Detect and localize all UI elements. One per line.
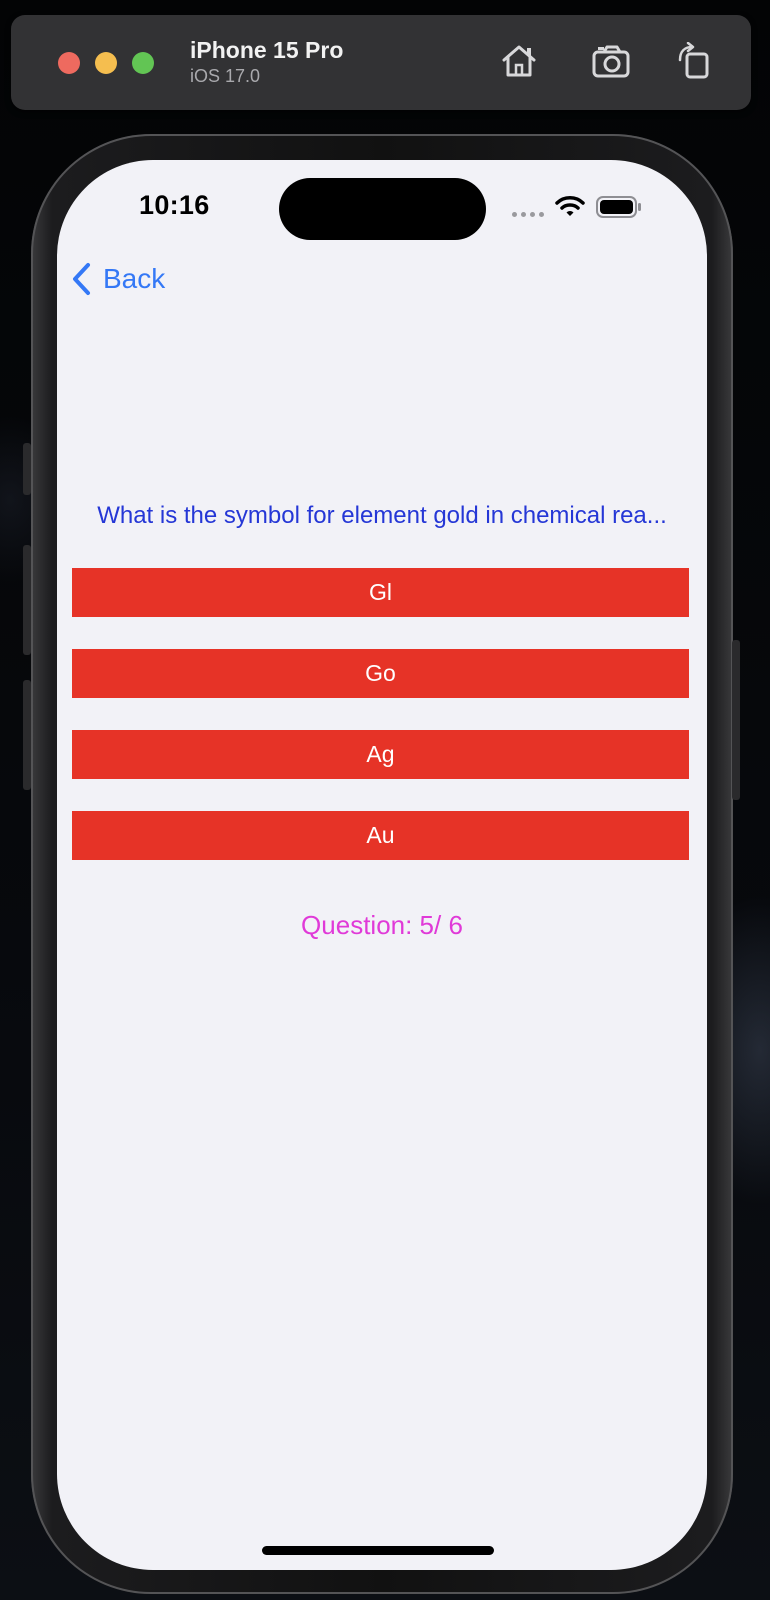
camera-icon [592, 45, 630, 78]
volume-up-button[interactable] [23, 545, 31, 655]
answer-label: Au [366, 822, 395, 848]
chevron-left-icon [73, 263, 90, 295]
wifi-icon [555, 196, 585, 216]
answer-button-1[interactable]: Gl [72, 568, 689, 617]
home-icon [502, 45, 536, 77]
answer-label: Ag [366, 741, 395, 767]
phone-screen: 10:16 Back What is the symbol for elemen… [57, 160, 707, 1570]
answer-button-2[interactable]: Go [72, 649, 689, 698]
cellular-signal-icon [512, 212, 544, 217]
back-label: Back [103, 263, 166, 294]
battery-icon [596, 196, 641, 218]
rotate-icon [678, 42, 709, 79]
volume-down-button[interactable] [23, 680, 31, 790]
back-button[interactable]: Back [71, 262, 165, 296]
answer-button-4[interactable]: Au [72, 811, 689, 860]
home-indicator[interactable] [262, 1546, 494, 1555]
close-window-button[interactable] [58, 52, 80, 74]
action-button[interactable] [23, 443, 31, 495]
device-name: iPhone 15 Pro [190, 37, 344, 63]
screenshot-button[interactable] [591, 41, 631, 81]
zoom-window-button[interactable] [132, 52, 154, 74]
status-time: 10:16 [139, 190, 210, 220]
simulator-title-bar: iPhone 15 Pro iOS 17.0 [11, 15, 751, 110]
dynamic-island [279, 178, 486, 240]
minimize-window-button[interactable] [95, 52, 117, 74]
home-button[interactable] [499, 41, 539, 81]
question-progress: Question: 5/ 6 [301, 910, 463, 940]
answer-label: Go [365, 660, 396, 686]
power-button[interactable] [732, 640, 740, 800]
question-text: What is the symbol for element gold in c… [97, 502, 667, 529]
answer-label: Gl [369, 579, 392, 605]
rotate-button[interactable] [674, 41, 714, 81]
answer-button-3[interactable]: Ag [72, 730, 689, 779]
os-version: iOS 17.0 [190, 66, 261, 86]
